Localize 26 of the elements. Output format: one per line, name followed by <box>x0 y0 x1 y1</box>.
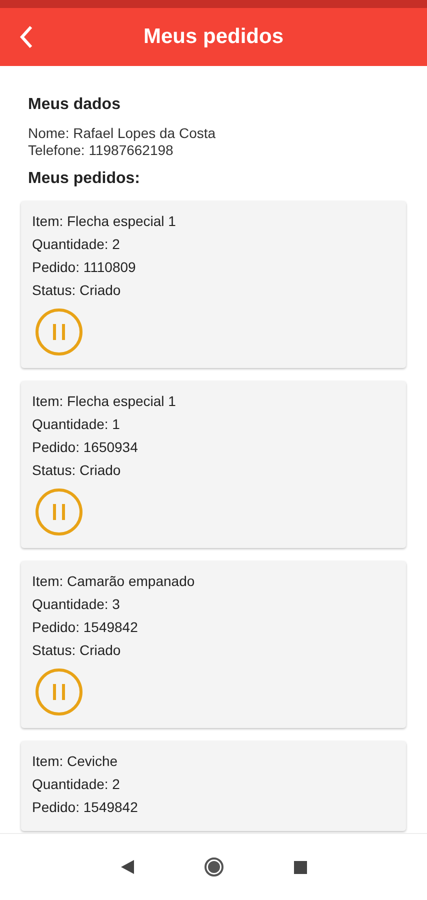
profile-info: Nome: Rafael Lopes da Costa <box>28 125 216 142</box>
pause-icon <box>35 668 83 716</box>
order-number: Pedido: 1549842 <box>32 618 138 637</box>
order-number: Pedido: 1650934 <box>32 438 138 457</box>
order-item: Item: Camarão empanado <box>32 572 195 591</box>
profile-info: Telefone: 11987662198 <box>28 142 174 159</box>
order-status: Status: Criado <box>32 641 121 660</box>
order-number: Pedido: 1549842 <box>32 798 138 817</box>
pause-icon <box>35 488 83 536</box>
order-item: Item: Ceviche <box>32 752 118 771</box>
order-item: Item: Flecha especial 1 <box>32 212 176 231</box>
order-quantity: Quantidade: 2 <box>32 235 120 254</box>
order-number: Pedido: 1110809 <box>32 258 136 277</box>
section-heading: Meus dados <box>27 95 122 115</box>
order-status: Status: Criado <box>32 281 121 300</box>
order-item: Item: Flecha especial 1 <box>32 392 176 411</box>
order-quantity: Quantidade: 1 <box>32 415 120 434</box>
order-status: Status: Criado <box>32 461 121 480</box>
pause-icon <box>35 308 83 356</box>
order-quantity: Quantidade: 3 <box>32 595 120 614</box>
home-nav-icon[interactable] <box>204 857 224 877</box>
screen-title: Meus pedidos <box>143 24 284 50</box>
recents-nav-icon[interactable] <box>294 860 306 874</box>
section-heading: Meus pedidos: <box>27 169 142 189</box>
order-quantity: Quantidade: 2 <box>32 775 120 794</box>
back-nav-icon[interactable] <box>120 860 134 874</box>
